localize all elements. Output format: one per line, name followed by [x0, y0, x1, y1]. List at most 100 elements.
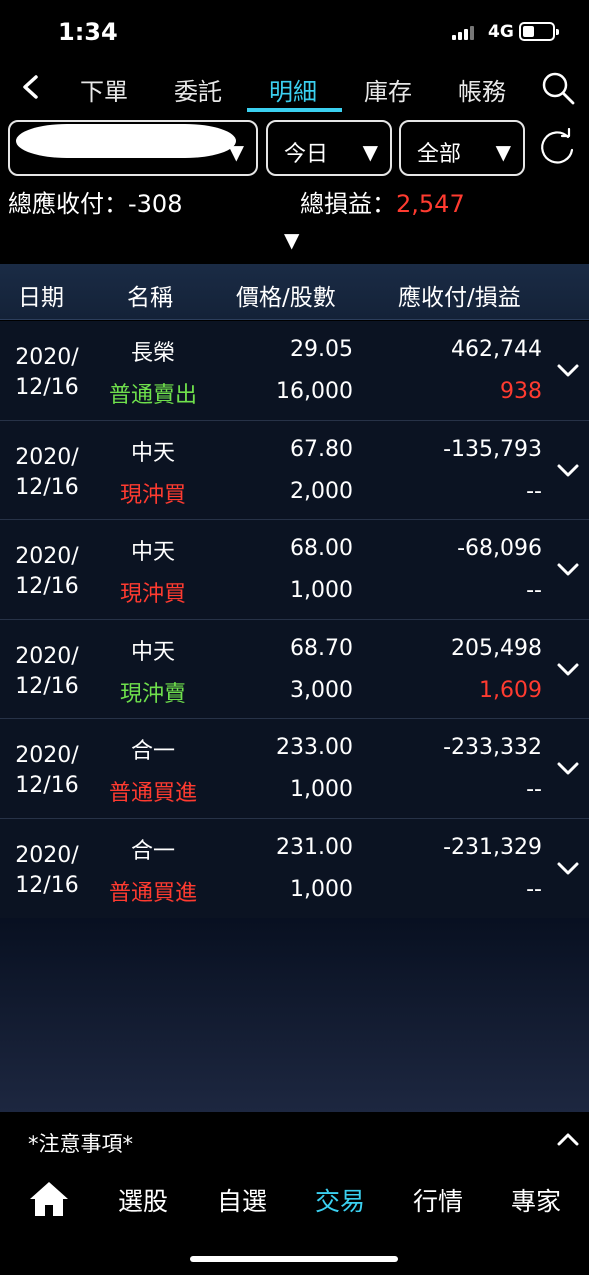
chevron-down-icon[interactable]	[556, 861, 580, 877]
total-payable: 總應收付：-308	[8, 184, 182, 219]
row-date: 2020/12/16	[12, 741, 82, 801]
row-pnl: --	[526, 578, 542, 604]
chevron-down-icon[interactable]	[556, 363, 580, 379]
row-pnl: --	[526, 876, 542, 902]
account-redaction	[16, 124, 236, 158]
battery-icon	[519, 22, 559, 41]
row-pnl: --	[526, 478, 542, 504]
table-row[interactable]: 2020/12/16 中天現沖賣 68.70 3,000 205,498 1,609	[0, 619, 589, 720]
home-indicator[interactable]	[190, 1256, 398, 1262]
row-trade-type: 現沖賣	[119, 681, 186, 707]
empty-list-area	[0, 918, 589, 1112]
row-date-day: 12/16	[15, 574, 79, 600]
header-date: 日期	[18, 285, 64, 311]
row-trade-type: 普通買進	[108, 880, 197, 906]
total-pnl-value: 2,547	[396, 190, 465, 218]
row-trade-type: 現沖買	[119, 482, 186, 508]
total-pnl: 總損益：2,547	[300, 184, 465, 219]
row-stock-name: 中天	[130, 540, 175, 566]
bottom-nav-experts[interactable]: 專家	[511, 1182, 561, 1218]
row-pnl: 938	[500, 379, 542, 404]
row-date-year: 2020/	[15, 643, 79, 669]
row-price: 68.70	[290, 635, 353, 661]
table-row[interactable]: 2020/12/16 合一普通買進 233.00 1,000 -233,332 --	[0, 719, 589, 819]
row-amount: 205,498	[451, 635, 542, 661]
row-trade-type: 普通買進	[108, 781, 197, 807]
row-amount: -231,329	[443, 834, 542, 860]
row-date-day: 12/16	[15, 773, 79, 799]
row-date: 2020/12/16	[12, 642, 82, 702]
row-stock-name: 合一	[130, 739, 175, 765]
table-row[interactable]: 2020/12/16 合一 普通買進 231.00 1,000 -231,329 --	[0, 818, 589, 919]
bottom-nav-quotes[interactable]: 行情	[413, 1182, 463, 1218]
tab-accounts[interactable]: 帳務	[458, 72, 506, 107]
caret-down-icon: ▼	[362, 140, 378, 164]
table-row[interactable]: 2020/12/16 長榮 普通賣出 29.05 16,000 462,744 938	[0, 321, 589, 421]
category-dropdown-value: 全部	[417, 142, 462, 167]
row-quantity: 3,000	[290, 677, 353, 703]
bottom-nav-stock-picker[interactable]: 選股	[118, 1182, 168, 1218]
row-price: 68.00	[290, 536, 353, 562]
chevron-down-icon[interactable]	[556, 463, 580, 479]
total-payable-label: 總應收付：	[8, 190, 128, 218]
search-icon[interactable]	[540, 70, 576, 106]
refresh-icon[interactable]	[538, 128, 578, 168]
row-price: 29.05	[290, 337, 353, 362]
row-stock-name: 長榮	[130, 341, 175, 366]
total-pnl-label: 總損益：	[300, 190, 396, 218]
row-date-year: 2020/	[15, 842, 79, 868]
row-price: 67.80	[290, 436, 353, 462]
network-type: 4G	[488, 22, 514, 42]
active-tab-indicator	[247, 108, 342, 112]
row-pnl: 1,609	[479, 677, 542, 703]
header-amount-pnl: 應收付/損益	[398, 285, 521, 311]
row-date: 2020/12/16	[12, 542, 82, 602]
row-trade-type: 現沖買	[119, 582, 186, 608]
tab-commission[interactable]: 委託	[174, 72, 222, 107]
table-row[interactable]: 2020/12/16 中天 現沖買 68.00 1,000 -68,096 --	[0, 520, 589, 620]
date-dropdown-value: 今日	[284, 142, 329, 167]
notice-label[interactable]: *注意事項*	[28, 1128, 133, 1158]
chevron-up-icon[interactable]	[556, 1131, 580, 1147]
chevron-down-icon[interactable]	[556, 562, 580, 578]
row-price: 231.00	[276, 834, 353, 860]
expand-summary-icon[interactable]: ▼	[284, 228, 299, 252]
date-dropdown[interactable]: 今日 ▼	[266, 120, 392, 176]
bottom-nav-watchlist[interactable]: 自選	[217, 1182, 267, 1218]
row-pnl: --	[526, 777, 542, 803]
signal-icon	[452, 26, 478, 40]
row-date-day: 12/16	[15, 474, 79, 500]
home-icon[interactable]	[28, 1180, 70, 1218]
row-date-year: 2020/	[15, 544, 79, 570]
total-payable-value: -308	[128, 190, 183, 218]
row-price: 233.00	[276, 735, 353, 761]
row-stock-name: 合一	[130, 838, 175, 864]
category-dropdown[interactable]: 全部 ▼	[399, 120, 525, 176]
row-amount: -233,332	[443, 735, 542, 761]
row-amount: 462,744	[451, 337, 542, 362]
tab-details[interactable]: 明細	[269, 72, 317, 107]
transaction-list: 2020/12/16 長榮 普通賣出 29.05 16,000 462,744 938 202…	[0, 321, 589, 919]
row-date-year: 2020/	[15, 345, 79, 370]
row-date-day: 12/16	[15, 872, 79, 898]
row-date-year: 2020/	[15, 743, 79, 769]
header-name: 名稱	[127, 285, 173, 311]
tab-inventory[interactable]: 庫存	[364, 72, 412, 107]
bottom-nav-trade[interactable]: 交易	[315, 1182, 365, 1218]
row-stock-name: 中天	[130, 440, 175, 466]
row-amount: -135,793	[443, 436, 542, 462]
row-date-year: 2020/	[15, 444, 79, 470]
row-quantity: 1,000	[290, 578, 353, 604]
status-time: 1:34	[58, 18, 118, 46]
row-quantity: 1,000	[290, 777, 353, 803]
table-row[interactable]: 2020/12/16 中天 現沖買 67.80 2,000 -135,793 --	[0, 420, 589, 521]
caret-down-icon: ▼	[495, 140, 511, 164]
row-date: 2020/12/16	[12, 841, 82, 901]
chevron-down-icon[interactable]	[556, 662, 580, 678]
row-stock-name: 中天	[130, 639, 175, 665]
row-trade-type: 普通賣出	[108, 383, 197, 408]
row-date: 2020/12/16	[12, 343, 82, 403]
chevron-down-icon[interactable]	[556, 761, 580, 777]
chevron-left-icon[interactable]	[18, 74, 44, 100]
tab-order[interactable]: 下單	[80, 72, 128, 107]
